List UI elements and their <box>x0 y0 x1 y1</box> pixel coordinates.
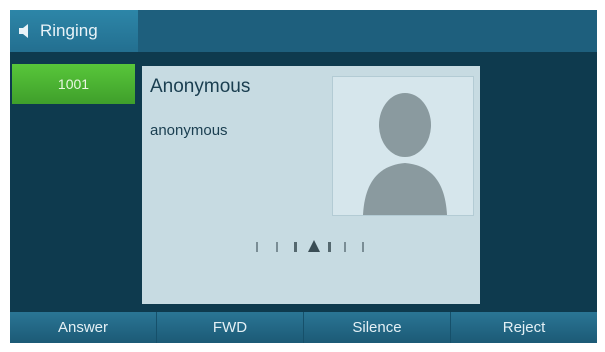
answer-button[interactable]: Answer <box>10 312 157 343</box>
caller-number: anonymous <box>150 122 228 139</box>
contact-photo <box>332 76 474 216</box>
ringing-progress-icon <box>256 240 364 252</box>
incoming-call-card: Anonymous anonymous <box>142 66 480 304</box>
caller-name: Anonymous <box>150 76 251 97</box>
call-status-text: Ringing <box>40 21 98 40</box>
silence-button[interactable]: Silence <box>304 312 451 343</box>
phone-bezel: Ringing 1001 Anonymous anonymous Answer … <box>0 0 605 352</box>
line-key-1001[interactable]: 1001 <box>12 64 135 104</box>
status-tab: Ringing <box>10 10 138 52</box>
avatar-silhouette-icon <box>363 93 447 215</box>
softkey-bar: Answer FWD Silence Reject <box>10 312 597 343</box>
title-bar: Ringing <box>10 10 597 52</box>
reject-button[interactable]: Reject <box>451 312 597 343</box>
phone-screen: Ringing 1001 Anonymous anonymous Answer … <box>10 10 597 343</box>
speaker-icon <box>19 24 28 38</box>
forward-button[interactable]: FWD <box>157 312 304 343</box>
